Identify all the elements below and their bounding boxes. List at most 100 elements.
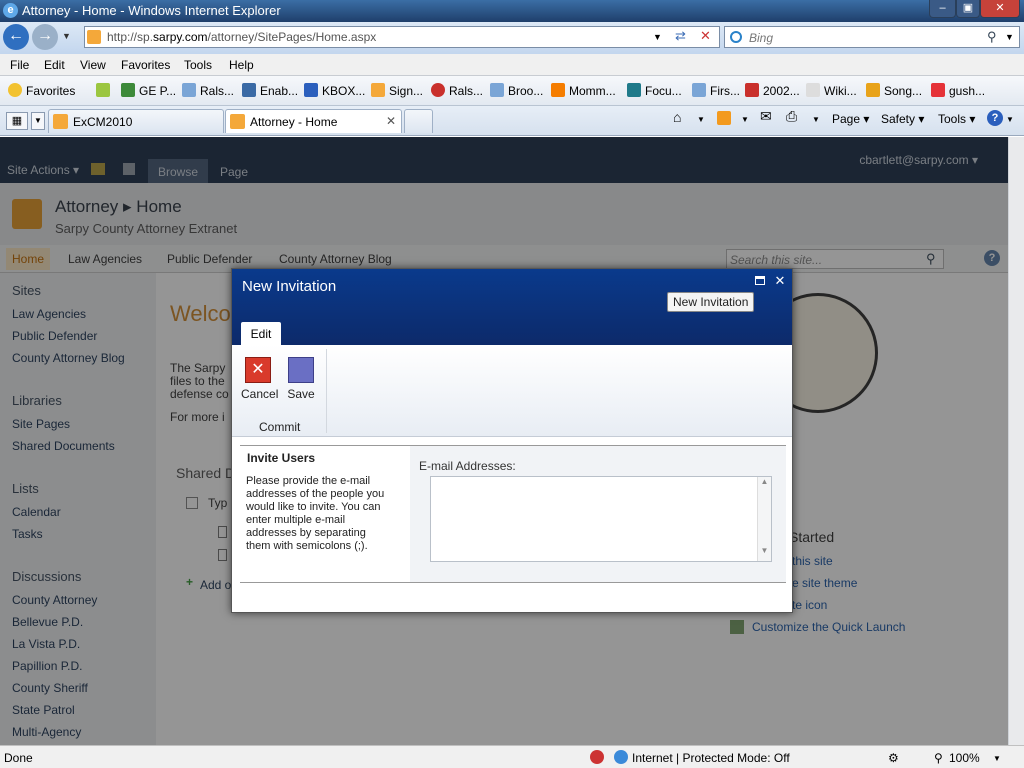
menu-file[interactable]: File — [10, 58, 29, 72]
search-input[interactable]: Bing — [749, 31, 773, 45]
window-title: Attorney - Home - Windows Internet Explo… — [22, 3, 281, 18]
email-label: E-mail Addresses: — [419, 459, 516, 473]
zoom-dropdown-icon[interactable]: ▼ — [993, 754, 1001, 763]
tab-list-dropdown-icon[interactable]: ▼ — [31, 112, 45, 130]
close-button[interactable]: ✕ — [980, 0, 1020, 18]
email-field-scrollbar[interactable]: ▲ ▼ — [757, 477, 771, 561]
menu-edit[interactable]: Edit — [44, 58, 65, 72]
ie-logo-icon: e — [3, 3, 18, 18]
page-scrollbar[interactable] — [1008, 137, 1024, 745]
sharepoint-icon — [230, 114, 245, 129]
maximize-dialog-icon[interactable] — [753, 274, 767, 288]
star-icon — [8, 83, 22, 97]
menu-tools[interactable]: Tools — [184, 58, 212, 72]
fav-item[interactable]: Song... — [866, 83, 922, 98]
fav-item[interactable]: gush... — [931, 83, 985, 98]
fav-item[interactable]: GE P... — [121, 83, 176, 98]
history-dropdown-icon[interactable]: ▼ — [62, 31, 71, 41]
forward-button[interactable]: → — [32, 24, 58, 50]
close-tab-icon[interactable]: ✕ — [386, 114, 396, 128]
dialog-title: New Invitation — [242, 278, 337, 295]
fav-item[interactable]: Firs... — [692, 83, 740, 98]
mail-icon[interactable]: ✉ — [760, 108, 772, 125]
favorites-button[interactable]: Favorites — [8, 83, 75, 98]
status-text: Done — [4, 751, 33, 765]
address-url[interactable]: http://sp.sarpy.com/attorney/SitePages/H… — [107, 30, 376, 44]
address-bar[interactable]: http://sp.sarpy.com/attorney/SitePages/H… — [84, 26, 720, 48]
ie-page-icon — [490, 83, 504, 97]
ie-page-icon — [692, 83, 706, 97]
dialog-tooltip: New Invitation — [667, 292, 755, 312]
sharepoint-icon — [371, 83, 385, 97]
cancel-button[interactable]: ✕ Cancel — [241, 357, 278, 401]
search-dropdown-icon[interactable]: ▼ — [1005, 32, 1014, 42]
back-button[interactable]: ← — [3, 24, 29, 50]
fav-item[interactable]: Rals... — [431, 83, 483, 98]
tab-edit[interactable]: Edit — [241, 322, 281, 346]
favorites-bar: Favorites GE P... Rals... Enab... KBOX..… — [0, 76, 1024, 106]
stop-icon[interactable]: ✕ — [700, 28, 711, 44]
site-favicon-icon — [87, 30, 101, 44]
print-dropdown-icon[interactable]: ▼ — [812, 115, 820, 124]
save-icon — [288, 357, 314, 383]
email-addresses-field[interactable]: ▲ ▼ — [430, 476, 772, 562]
protected-mode-icon[interactable]: ⚙ — [888, 751, 899, 765]
fav-item[interactable]: 2002... — [745, 83, 800, 98]
menu-help[interactable]: Help — [229, 58, 254, 72]
wikipedia-icon — [806, 83, 820, 97]
fav-item[interactable]: Sign... — [371, 83, 423, 98]
close-dialog-icon[interactable]: ✕ — [773, 274, 787, 288]
status-bar: Done Internet | Protected Mode: Off ⚙ ⚲ … — [0, 745, 1024, 768]
page-menu[interactable]: Page ▾ — [832, 112, 869, 126]
fav-item[interactable]: KBOX... — [304, 83, 365, 98]
dialog-header: New Invitation ✕ New Invitation Edit — [232, 269, 792, 346]
minimize-button[interactable]: – — [929, 0, 956, 18]
security-zone[interactable]: Internet | Protected Mode: Off — [632, 751, 790, 765]
blogger-icon — [551, 83, 565, 97]
zoom-level[interactable]: 100% — [949, 751, 980, 765]
window-title-bar[interactable]: e Attorney - Home - Windows Internet Exp… — [0, 0, 1024, 22]
invite-input-panel: E-mail Addresses: ▲ ▼ — [410, 446, 786, 582]
tools-menu[interactable]: Tools ▾ — [938, 112, 975, 126]
music-icon — [866, 83, 880, 97]
add-favorite-icon[interactable] — [96, 83, 114, 98]
error-icon[interactable] — [590, 750, 604, 764]
search-box[interactable]: Bing ⚲ ▼ — [724, 26, 1020, 48]
fav-item[interactable]: Focu... — [627, 83, 682, 98]
help-icon[interactable]: ? — [987, 110, 1003, 126]
save-button[interactable]: Save — [285, 357, 317, 401]
fav-item[interactable]: Broo... — [490, 83, 543, 98]
bing-icon — [730, 31, 742, 43]
home-dropdown-icon[interactable]: ▼ — [697, 115, 705, 124]
fav-item[interactable]: Wiki... — [806, 83, 857, 98]
dialog-ribbon: ✕ Cancel Save Commit — [232, 345, 792, 437]
safety-menu[interactable]: Safety ▾ — [881, 112, 924, 126]
invite-description: Please provide the e-mail addresses of t… — [246, 475, 385, 552]
new-invitation-dialog: New Invitation ✕ New Invitation Edit ✕ C… — [231, 268, 793, 613]
home-icon[interactable]: ⌂ — [673, 109, 681, 125]
tab-excm2010[interactable]: ExCM2010 — [48, 109, 224, 133]
print-icon[interactable]: ⎙ — [786, 108, 797, 125]
menu-bar: File Edit View Favorites Tools Help — [0, 54, 1024, 76]
ebay-icon — [931, 83, 945, 97]
ribbon-group-divider — [326, 349, 327, 433]
cancel-icon: ✕ — [245, 357, 271, 383]
help-dropdown-icon[interactable]: ▼ — [1006, 115, 1014, 124]
maximize-button[interactable]: ▣ — [956, 0, 980, 18]
fav-item[interactable]: Enab... — [242, 83, 298, 98]
refresh-icon[interactable]: ⇄ — [675, 28, 686, 44]
rss-icon[interactable] — [717, 111, 731, 125]
address-dropdown-icon[interactable]: ▼ — [653, 32, 662, 42]
fav-item[interactable]: Rals... — [182, 83, 234, 98]
quick-tabs-icon[interactable]: ▦ — [6, 112, 28, 130]
focus-icon — [627, 83, 641, 97]
menu-view[interactable]: View — [80, 58, 106, 72]
new-tab-button[interactable] — [404, 109, 433, 133]
search-icon[interactable]: ⚲ — [987, 29, 997, 45]
menu-favorites[interactable]: Favorites — [121, 58, 170, 72]
invite-users-heading: Invite Users — [247, 451, 316, 465]
tab-attorney-home[interactable]: Attorney - Home ✕ — [225, 109, 402, 133]
apple-icon — [431, 83, 445, 97]
rss-dropdown-icon[interactable]: ▼ — [741, 115, 749, 124]
fav-item[interactable]: Momm... — [551, 83, 616, 98]
